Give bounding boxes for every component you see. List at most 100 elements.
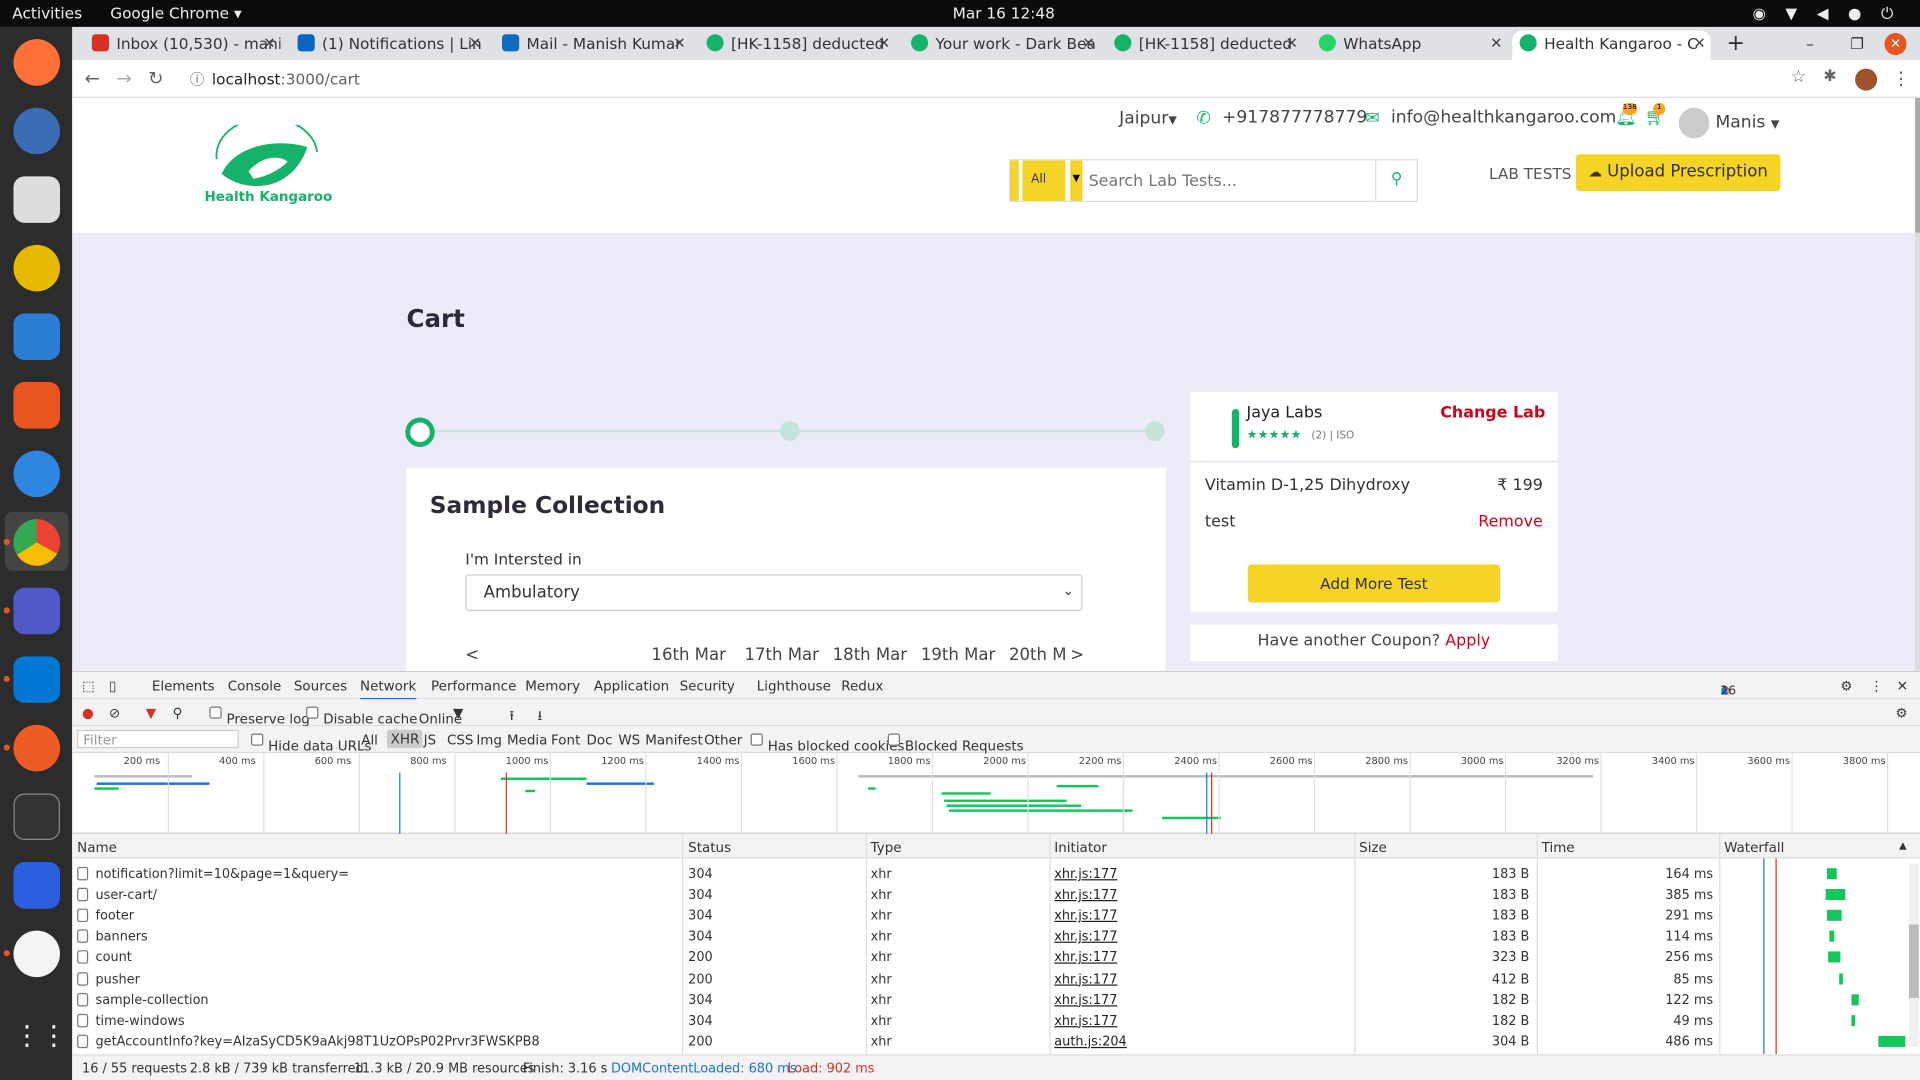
type-filter-doc[interactable]: Doc bbox=[587, 732, 613, 748]
thunderbird-icon[interactable] bbox=[13, 107, 61, 155]
info-icon[interactable]: ⓘ bbox=[190, 69, 205, 90]
tab-health-kangaroo[interactable]: Health Kangaroo - C ✕ bbox=[1512, 30, 1711, 61]
app-menu[interactable]: Google Chrome ▾ bbox=[110, 4, 241, 22]
import-har-icon[interactable]: ⭱ bbox=[509, 705, 514, 728]
tab-whatsapp[interactable]: WhatsApp ✕ bbox=[1311, 31, 1507, 60]
more-options-icon[interactable]: ⋮ bbox=[1870, 678, 1883, 694]
forward-icon[interactable]: → bbox=[116, 67, 131, 89]
column-header-initiator[interactable]: Initiator bbox=[1054, 840, 1107, 856]
chrome-icon[interactable] bbox=[13, 519, 61, 566]
request-initiator-link[interactable]: xhr.js:177 bbox=[1054, 867, 1117, 882]
table-row[interactable]: user-cart/304 xhr xhr.js:177 183 B 385 ms bbox=[72, 884, 1909, 905]
system-tray-icons[interactable]: ◉ ▼ ◀ ● ⏻ bbox=[1752, 4, 1900, 24]
activities-button[interactable]: Activities bbox=[12, 4, 82, 22]
blocked-requests-checkbox[interactable]: Blocked Requests bbox=[887, 732, 1024, 754]
close-icon[interactable]: ✕ bbox=[263, 34, 275, 51]
table-row[interactable]: footer 304 xhr xhr.js:177 183 B 291 ms bbox=[72, 905, 1909, 926]
close-icon[interactable]: ✕ bbox=[1897, 678, 1908, 694]
vscode-icon[interactable] bbox=[13, 656, 61, 703]
device-toggle-icon[interactable]: ▯ bbox=[109, 678, 116, 694]
network-overview[interactable]: 200 ms 400 ms 600 ms 800 ms 1000 ms 1200 ms 14… bbox=[72, 753, 1920, 834]
tab-console[interactable]: Console bbox=[228, 678, 281, 694]
maximize-icon[interactable]: ❐ bbox=[1843, 31, 1872, 60]
disable-cache-checkbox[interactable]: Disable cache bbox=[306, 705, 417, 727]
request-initiator-link[interactable]: xhr.js:177 bbox=[1054, 951, 1117, 966]
date-option[interactable]: 20th M bbox=[1009, 645, 1067, 665]
chrome-menu-icon[interactable]: ⋮ bbox=[1892, 67, 1910, 89]
table-row[interactable]: time-windows 304 xhr xhr.js:177 182 B 49 ms bbox=[72, 1010, 1909, 1031]
add-more-test-button[interactable]: Add More Test bbox=[1247, 564, 1501, 603]
sort-up-icon[interactable]: ▲ bbox=[1899, 840, 1907, 851]
tab-gmail[interactable]: Inbox (10,530) - mani ✕ bbox=[84, 31, 280, 60]
column-header-type[interactable]: Type bbox=[871, 840, 902, 856]
close-icon[interactable]: ✕ bbox=[1082, 34, 1094, 51]
files-icon[interactable] bbox=[13, 176, 61, 223]
tab-lighthouse[interactable]: Lighthouse bbox=[757, 678, 831, 694]
date-option[interactable]: 18th Mar bbox=[833, 645, 907, 665]
tab-linkedin[interactable]: (1) Notifications | Lin ✕ bbox=[290, 31, 486, 60]
settings-gear-icon[interactable]: ⚙ bbox=[1840, 678, 1852, 694]
close-icon[interactable]: ✕ bbox=[1693, 34, 1705, 51]
tab-jira-1[interactable]: [HK-1158] deducted ✕ bbox=[699, 31, 895, 60]
avatar[interactable] bbox=[1678, 107, 1710, 139]
tab-memory[interactable]: Memory bbox=[525, 678, 580, 694]
postman-icon[interactable] bbox=[13, 724, 61, 772]
window-close-icon[interactable]: ✕ bbox=[1884, 33, 1907, 56]
date-option[interactable]: 16th Mar bbox=[639, 645, 738, 671]
type-filter-css[interactable]: CSS bbox=[447, 732, 474, 748]
city-selector[interactable]: Jaipur▼ bbox=[1119, 109, 1177, 129]
writer-icon[interactable] bbox=[13, 313, 61, 361]
phone-link[interactable]: +917877778779 bbox=[1222, 108, 1367, 128]
clock[interactable]: Mar 16 12:48 bbox=[953, 4, 1055, 22]
date-option[interactable]: 19th Mar bbox=[921, 645, 995, 665]
type-filter-font[interactable]: Font bbox=[551, 732, 580, 748]
column-header-size[interactable]: Size bbox=[1359, 840, 1387, 856]
search-icon[interactable]: ⚲ bbox=[173, 705, 183, 721]
teams-icon[interactable] bbox=[13, 587, 61, 635]
request-initiator-link[interactable]: xhr.js:177 bbox=[1054, 888, 1117, 903]
help-icon[interactable] bbox=[13, 450, 61, 498]
new-tab-button[interactable]: + bbox=[1719, 31, 1748, 60]
software-icon[interactable] bbox=[13, 382, 61, 429]
health-kangaroo-logo[interactable]: Health Kangaroo bbox=[200, 116, 335, 211]
hide-data-urls-checkbox[interactable]: Hide data URLs bbox=[251, 732, 372, 754]
tab-performance[interactable]: Performance bbox=[431, 678, 516, 694]
type-filter-all[interactable]: All bbox=[361, 732, 378, 748]
request-initiator-link[interactable]: xhr.js:177 bbox=[1054, 930, 1117, 945]
type-filter-media[interactable]: Media bbox=[507, 732, 547, 748]
bookmark-star-icon[interactable]: ☆ bbox=[1791, 67, 1806, 87]
record-icon[interactable]: ● bbox=[82, 705, 94, 721]
preserve-log-checkbox[interactable]: Preserve log bbox=[209, 705, 310, 727]
change-lab-button[interactable]: Change Lab bbox=[1440, 404, 1545, 422]
tab-network[interactable]: Network bbox=[360, 678, 417, 701]
type-filter-manifest[interactable]: Manifest bbox=[645, 732, 702, 748]
tab-sources[interactable]: Sources bbox=[294, 678, 347, 694]
terminal-icon[interactable] bbox=[13, 793, 61, 841]
close-icon[interactable]: ✕ bbox=[1286, 34, 1298, 51]
table-row[interactable]: count 200 xhr xhr.js:177 323 B 256 ms bbox=[72, 947, 1909, 968]
close-icon[interactable]: ✕ bbox=[878, 34, 890, 51]
type-filter-js[interactable]: JS bbox=[424, 732, 437, 748]
filter-input[interactable]: Filter bbox=[77, 729, 239, 749]
close-icon[interactable]: ✕ bbox=[469, 34, 481, 51]
tab-jira-2[interactable]: [HK-1158] deducted ✕ bbox=[1107, 31, 1303, 60]
tab-elements[interactable]: Elements bbox=[152, 678, 215, 694]
extensions-icon[interactable]: ✱ bbox=[1823, 67, 1836, 85]
type-filter-xhr[interactable]: XHR bbox=[386, 729, 424, 749]
throttle-select[interactable]: Online ▼ bbox=[419, 705, 464, 727]
export-har-icon[interactable]: ⭳ bbox=[538, 705, 543, 728]
step-2[interactable] bbox=[780, 421, 800, 441]
table-row[interactable]: notification?limit=10&page=1&query= 304 xh… bbox=[72, 863, 1909, 884]
page-scrollbar[interactable] bbox=[1915, 97, 1920, 672]
search-input[interactable] bbox=[1088, 167, 1371, 195]
column-header-waterfall[interactable]: Waterfall bbox=[1724, 840, 1784, 856]
close-icon[interactable]: ✕ bbox=[1490, 34, 1502, 51]
minimize-icon[interactable]: – bbox=[1799, 31, 1828, 60]
lab-tests-link[interactable]: LAB TESTS bbox=[1489, 164, 1572, 182]
mongodb-icon[interactable] bbox=[13, 930, 61, 978]
tab-your-work[interactable]: Your work - Dark Bea ✕ bbox=[904, 31, 1100, 60]
request-initiator-link[interactable]: xhr.js:177 bbox=[1054, 909, 1117, 924]
user-menu[interactable]: Manis ▼ bbox=[1716, 113, 1780, 133]
step-3[interactable] bbox=[1144, 421, 1165, 441]
next-date-button[interactable]: > bbox=[1070, 645, 1084, 665]
